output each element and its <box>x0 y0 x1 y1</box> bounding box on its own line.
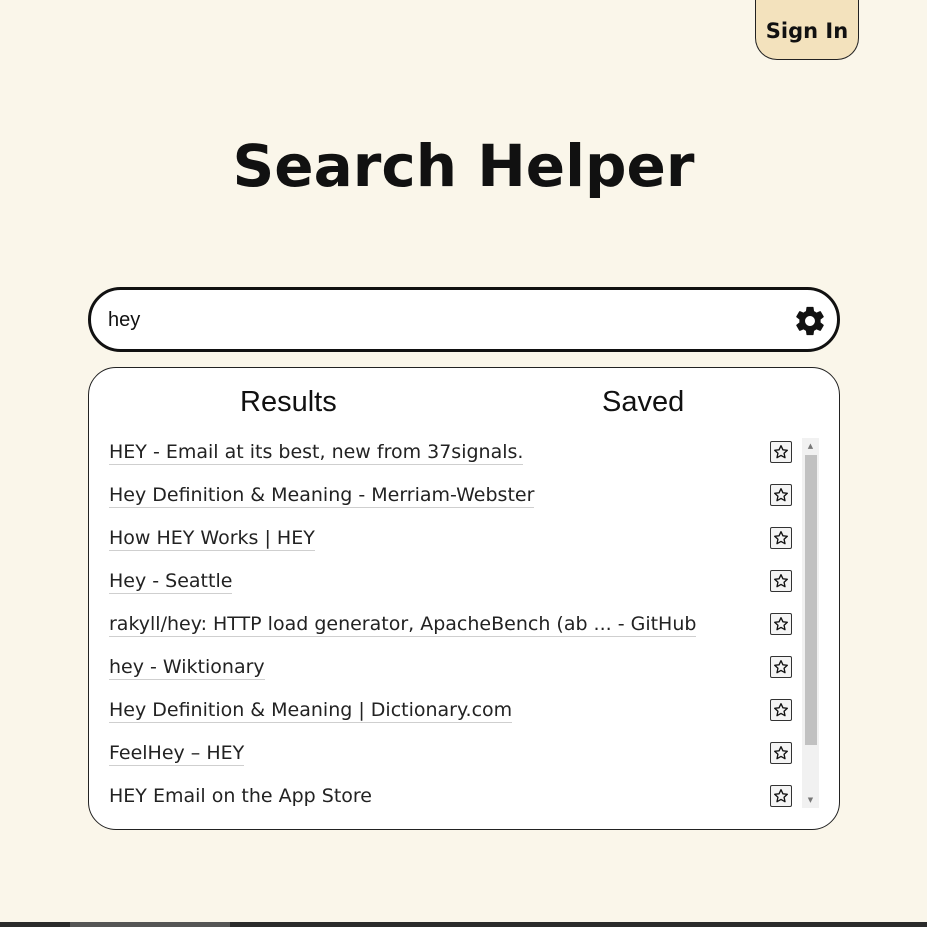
result-link[interactable]: rakyll/hey: HTTP load generator, ApacheB… <box>109 613 697 637</box>
page-title: Search Helper <box>232 132 695 200</box>
tab-results[interactable]: Results <box>240 386 337 419</box>
result-link[interactable]: HEY Email on the App Store <box>109 785 372 808</box>
search-bar <box>88 287 840 352</box>
scroll-up-arrow-icon[interactable]: ▲ <box>802 438 819 454</box>
result-link[interactable]: hey - Wiktionary <box>109 656 265 680</box>
list-item: Hey - Seattle <box>109 567 797 610</box>
list-item: How HEY Works | HEY <box>109 524 797 567</box>
star-icon[interactable] <box>770 785 792 807</box>
star-icon[interactable] <box>770 699 792 721</box>
star-icon[interactable] <box>770 527 792 549</box>
list-item: Hey Definition & Meaning - Merriam-Webst… <box>109 481 797 524</box>
search-input[interactable] <box>108 304 768 336</box>
gear-icon[interactable] <box>793 304 827 338</box>
list-item: rakyll/hey: HTTP load generator, ApacheB… <box>109 610 797 653</box>
scroll-thumb[interactable] <box>805 455 817 745</box>
bottom-bar <box>0 922 927 927</box>
result-link[interactable]: How HEY Works | HEY <box>109 527 315 551</box>
bottom-bar-segment <box>70 922 230 927</box>
list-item: hey - Wiktionary <box>109 653 797 696</box>
list-item: Hey Definition & Meaning | Dictionary.co… <box>109 696 797 739</box>
list-item: FeelHey – HEY <box>109 739 797 782</box>
panel-tabs: Results Saved <box>89 386 839 426</box>
list-item: HEY - Email at its best, new from 37sign… <box>109 438 797 481</box>
sign-in-button[interactable]: Sign In <box>755 0 859 60</box>
star-icon[interactable] <box>770 656 792 678</box>
result-link[interactable]: HEY - Email at its best, new from 37sign… <box>109 441 524 465</box>
star-icon[interactable] <box>770 570 792 592</box>
scroll-down-arrow-icon[interactable]: ▼ <box>802 792 819 808</box>
star-icon[interactable] <box>770 742 792 764</box>
results-scrollbar[interactable]: ▲ ▼ <box>802 438 819 808</box>
result-link[interactable]: Hey Definition & Meaning - Merriam-Webst… <box>109 484 535 508</box>
result-link[interactable]: FeelHey – HEY <box>109 742 245 766</box>
star-icon[interactable] <box>770 484 792 506</box>
results-list: HEY - Email at its best, new from 37sign… <box>109 438 797 814</box>
result-link[interactable]: Hey Definition & Meaning | Dictionary.co… <box>109 699 513 723</box>
results-panel: Results Saved HEY - Email at its best, n… <box>88 367 840 830</box>
tab-saved[interactable]: Saved <box>602 386 684 419</box>
page: Sign In Search Helper Results Saved HEY … <box>0 0 927 927</box>
star-icon[interactable] <box>770 441 792 463</box>
list-item: HEY Email on the App Store <box>109 782 797 814</box>
star-icon[interactable] <box>770 613 792 635</box>
result-link[interactable]: Hey - Seattle <box>109 570 233 594</box>
